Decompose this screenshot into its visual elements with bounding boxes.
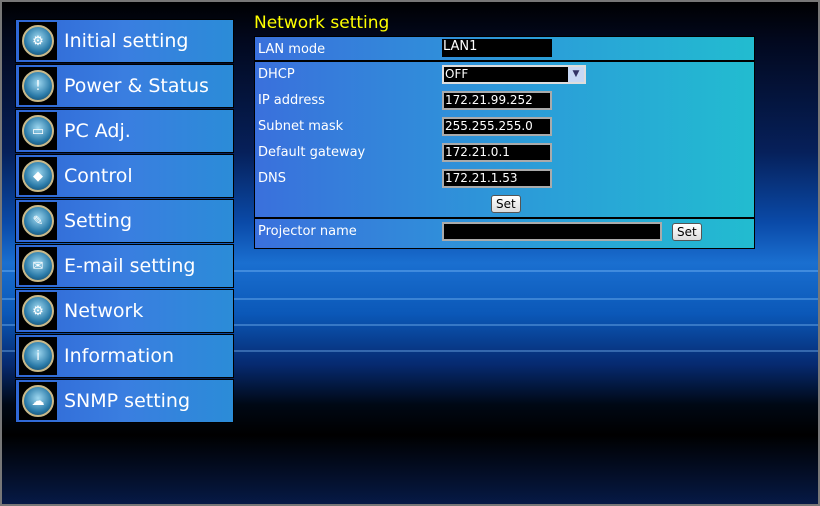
sidebar-item-control[interactable]: ◆ Control [15,154,234,198]
page-title: Network setting [254,13,390,33]
chevron-down-icon[interactable]: ▼ [568,67,584,82]
default-gateway-input[interactable]: 172.21.0.1 [442,143,552,162]
wrench-icon: ✎ [19,202,57,240]
projector-name-label: Projector name [258,224,357,239]
sidebar-menu: ⚙ Initial setting! Power & Status ▭ PC Adj. ◆… [15,19,234,424]
gateway-label: Default gateway [258,145,366,160]
dhcp-select[interactable]: OFF ▼ [442,65,586,84]
sidebar-item-information[interactable]: i Information [15,334,234,378]
network-icon: ⚙ [19,292,57,330]
ip-label: IP address [258,93,325,108]
dhcp-label: DHCP [258,67,295,82]
sidebar-item-label: E-mail setting [64,255,196,277]
mail-icon: ✉ [19,247,57,285]
sidebar-item-label: PC Adj. [64,120,131,142]
snmp-icon: ☁ [19,382,57,420]
projector-name-input[interactable] [442,222,662,241]
sidebar-item-label: Setting [64,210,133,232]
network-set-button[interactable]: Set [491,195,521,213]
subnet-mask-input[interactable]: 255.255.255.0 [442,117,552,136]
lan-mode-label: LAN mode [258,42,326,57]
subnet-label: Subnet mask [258,119,344,134]
sidebar-item-e-mail-setting[interactable]: ✉ E-mail setting [15,244,234,288]
sidebar-item-power-status[interactable]: ! Power & Status [15,64,234,108]
dhcp-selected-value: OFF [445,67,469,81]
sidebar-item-label: Network [64,300,144,322]
sidebar-item-label: Control [64,165,133,187]
pc-icon: ▭ [19,112,57,150]
projector-name-row: Projector name Set [255,219,754,245]
sidebar-item-label: Initial setting [64,30,189,52]
sidebar-item-snmp-setting[interactable]: ☁ SNMP setting [15,379,234,423]
info-icon: i [19,337,57,375]
control-icon: ◆ [19,157,57,195]
sidebar-item-label: Information [64,345,174,367]
dns-label: DNS [258,171,286,186]
power-status-icon: ! [19,67,57,105]
lan-mode-value: LAN1 [442,39,552,57]
dns-input[interactable]: 172.21.1.53 [442,169,552,188]
sidebar-item-setting[interactable]: ✎ Setting [15,199,234,243]
gear-icon: ⚙ [19,22,57,60]
ip-address-input[interactable]: 172.21.99.252 [442,91,552,110]
sidebar-item-label: SNMP setting [64,390,191,412]
sidebar-item-initial-setting[interactable]: ⚙ Initial setting [15,19,234,63]
dhcp-row: DHCP OFF ▼ [255,62,754,88]
sidebar-item-network[interactable]: ⚙ Network [15,289,234,333]
projector-name-set-button[interactable]: Set [672,223,702,241]
lan-mode-row: LAN mode LAN1 [255,37,754,63]
sidebar-item-label: Power & Status [64,75,209,97]
network-settings-panel: LAN mode LAN1 DHCP OFF ▼ IP address 172.21… [254,36,755,249]
sidebar-item-pc-adj[interactable]: ▭ PC Adj. [15,109,234,153]
